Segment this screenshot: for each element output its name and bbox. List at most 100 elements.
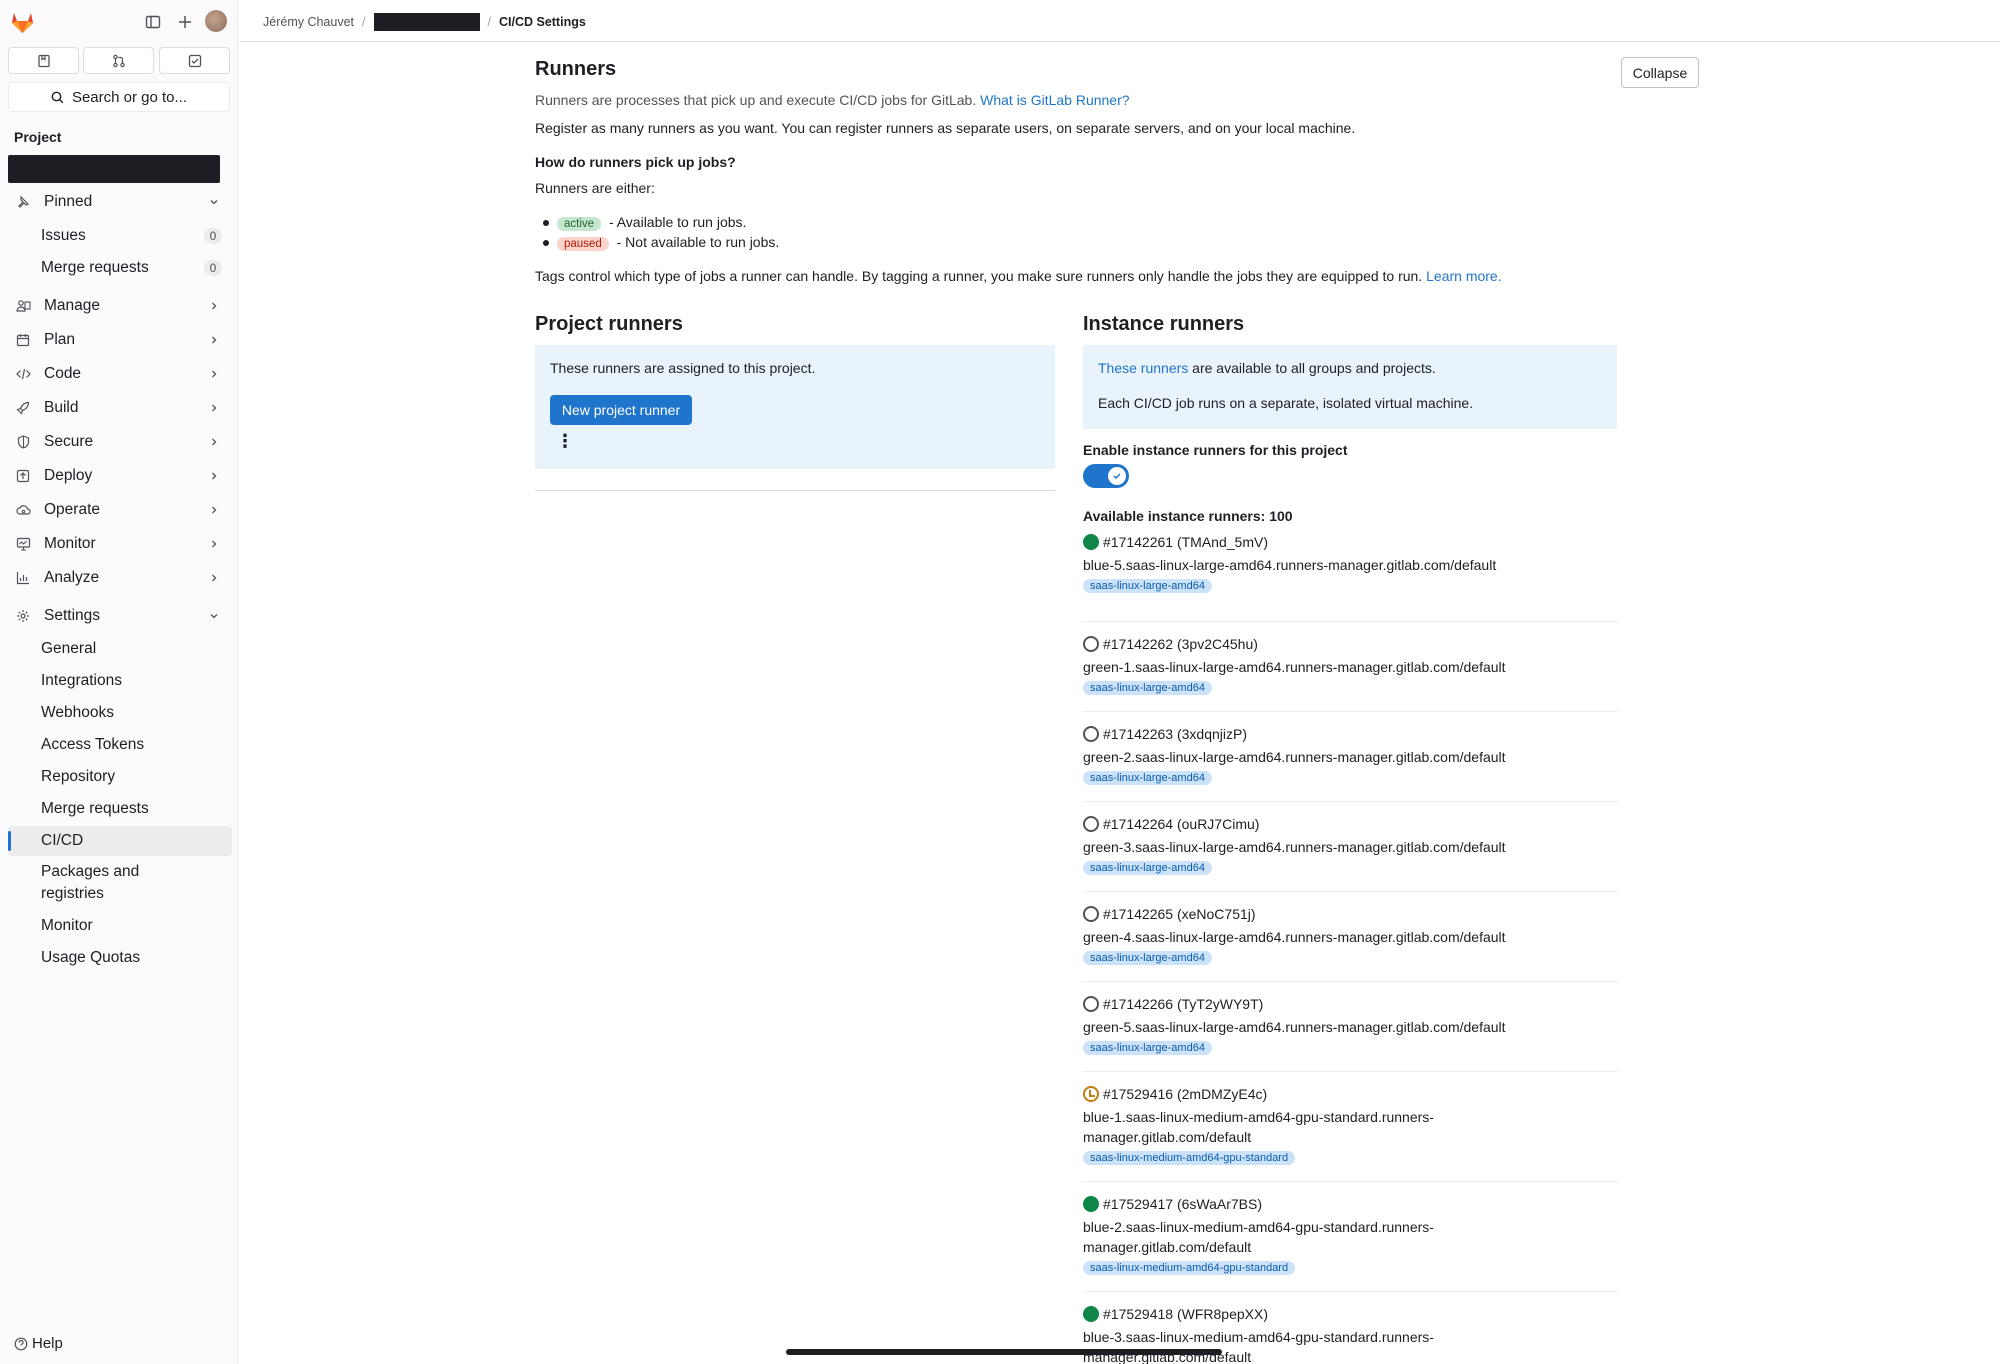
learn-more-link[interactable]: Learn more. (1426, 268, 1501, 284)
more-actions-icon[interactable]: ⋮ (555, 430, 575, 452)
search-icon (51, 91, 64, 103)
sidebar-item-deploy[interactable]: Deploy (8, 461, 232, 491)
runner-title[interactable]: #17142266 (TyT2yWY9T) (1103, 996, 1263, 1012)
check-icon (1108, 467, 1126, 485)
breadcrumb-project-redacted[interactable] (373, 13, 480, 31)
sidebar-item-merge-requests-pinned[interactable]: Merge requests 0 (8, 253, 232, 283)
sidebar-item-build[interactable]: Build (8, 393, 232, 423)
sidebar-item-usage-quotas[interactable]: Usage Quotas (8, 943, 232, 973)
search-button[interactable]: Search or go to... (8, 82, 230, 112)
either-text: Runners are either: (535, 180, 655, 196)
breadcrumb-current[interactable]: CI/CD Settings (499, 15, 586, 29)
sidebar-item-integrations[interactable]: Integrations (8, 666, 232, 696)
sidebar-item-secure[interactable]: Secure (8, 427, 232, 457)
sidebar-item-issues[interactable]: Issues 0 (8, 221, 232, 251)
sidebar-item-label: Integrations (41, 672, 122, 689)
sidebar-item-label: General (41, 640, 97, 657)
sidebar-section-title: Project (14, 129, 62, 145)
sidebar-item-label: Operate (44, 501, 101, 518)
sidebar-item-monitor[interactable]: Monitor (8, 529, 232, 559)
list-item: #17142264 (ouRJ7Cimu) green-3.saas-linux… (1083, 802, 1618, 892)
runner-tag: saas-linux-large-amd64 (1083, 861, 1212, 875)
list-item: #17142262 (3pv2C45hu) green-1.saas-linux… (1083, 622, 1618, 712)
runner-title[interactable]: #17142264 (ouRJ7Cimu) (1103, 816, 1259, 832)
sidebar-item-access-tokens[interactable]: Access Tokens (8, 730, 232, 760)
help-label: Help (32, 1335, 63, 1352)
offline-status-icon (1083, 816, 1099, 832)
enable-instance-runners-toggle[interactable] (1083, 464, 1129, 488)
sidebar-item-webhooks[interactable]: Webhooks (8, 698, 232, 728)
runner-title[interactable]: #17142262 (3pv2C45hu) (1103, 636, 1258, 652)
sidebar-item-settings[interactable]: Settings (8, 601, 232, 631)
offline-status-icon (1083, 636, 1099, 652)
sidebar-item-operate[interactable]: Operate (8, 495, 232, 525)
runner-title[interactable]: #17142263 (3xdqnjizP) (1103, 726, 1247, 742)
chevron-right-icon (208, 367, 220, 385)
sidebar-item-label: Secure (44, 433, 94, 450)
instance-runners-info-box: These runners are available to all group… (1083, 345, 1617, 429)
sidebar-item-label: Analyze (44, 569, 100, 586)
merge-requests-shortcut-button[interactable] (83, 47, 154, 74)
list-item: #17142265 (xeNoC751j) green-4.saas-linux… (1083, 892, 1618, 982)
sidebar-item-repository[interactable]: Repository (8, 762, 232, 792)
these-runners-link[interactable]: These runners (1098, 360, 1188, 376)
plus-icon[interactable] (175, 12, 195, 32)
chevron-right-icon (208, 503, 220, 521)
sidebar-item-manage[interactable]: Manage (8, 291, 232, 321)
runner-description: blue-3.saas-linux-medium-amd64-gpu-stand… (1083, 1329, 1434, 1364)
issues-icon (37, 54, 50, 67)
gitlab-logo-icon[interactable] (10, 10, 35, 34)
sidebar-item-merge-requests[interactable]: Merge requests (8, 794, 232, 824)
chevron-right-icon (208, 469, 220, 487)
chevron-right-icon (208, 401, 220, 419)
todos-shortcut-button[interactable] (159, 47, 230, 74)
runner-title[interactable]: #17529418 (WFR8pepXX) (1103, 1306, 1268, 1322)
sidebar-toggle-icon[interactable] (143, 12, 163, 32)
sidebar-item-pinned[interactable]: Pinned (8, 187, 232, 217)
shield-icon (14, 435, 32, 449)
breadcrumb-user[interactable]: Jérémy Chauvet (263, 15, 354, 29)
issues-shortcut-button[interactable] (8, 47, 79, 74)
what-is-runner-link[interactable]: What is GitLab Runner? (980, 92, 1129, 108)
sidebar-item-code[interactable]: Code (8, 359, 232, 389)
todo-check-icon (188, 54, 201, 67)
help-button[interactable]: Help (14, 1335, 63, 1352)
sidebar-item-analyze[interactable]: Analyze (8, 563, 232, 593)
runner-header: #17142264 (ouRJ7Cimu) (1083, 814, 1618, 834)
sidebar-item-monitor-settings[interactable]: Monitor (8, 911, 232, 941)
register-text: Register as many runners as you want. Yo… (535, 120, 1356, 136)
new-project-runner-button[interactable]: New project runner (550, 395, 692, 425)
sidebar-item-label: Pinned (44, 193, 93, 210)
horizontal-scrollbar[interactable] (786, 1349, 1222, 1355)
list-item: #17142261 (TMAnd_5mV) blue-5.saas-linux-… (1083, 532, 1618, 622)
sidebar-item-packages-registries[interactable]: Packages and registries (8, 859, 188, 907)
collapse-button[interactable]: Collapse (1621, 57, 1699, 88)
runner-title[interactable]: #17142261 (TMAnd_5mV) (1103, 534, 1268, 550)
runner-description: green-1.saas-linux-large-amd64.runners-m… (1083, 659, 1506, 675)
project-runners-info-box: These runners are assigned to this proje… (535, 345, 1055, 469)
runner-tag: saas-linux-medium-amd64-gpu-standard (1083, 1151, 1296, 1165)
runner-header: #17529417 (6sWaAr7BS) (1083, 1194, 1618, 1214)
list-item: #17142263 (3xdqnjizP) green-2.saas-linux… (1083, 712, 1618, 802)
runner-title[interactable]: #17529416 (2mDMZyE4c) (1103, 1086, 1267, 1102)
sidebar: Search or go to... Project Pinned Issues… (0, 0, 238, 1364)
divider (535, 490, 1055, 491)
project-name-redacted[interactable] (8, 155, 220, 183)
instance-runners-info: These runners are available to all group… (1098, 360, 1436, 376)
sidebar-item-label: Monitor (44, 535, 96, 552)
sidebar-item-cicd[interactable]: CI/CD (8, 826, 232, 856)
issues-count-badge: 0 (204, 228, 222, 244)
avatar[interactable] (205, 10, 227, 32)
sidebar-item-plan[interactable]: Plan (8, 325, 232, 355)
runner-title[interactable]: #17529417 (6sWaAr7BS) (1103, 1196, 1262, 1212)
sidebar-item-general[interactable]: General (8, 634, 232, 664)
online-status-icon (1083, 1306, 1099, 1322)
active-bullet: active - Available to run jobs. (542, 214, 746, 231)
sidebar-item-label: Packages and registries (41, 863, 140, 902)
list-item: #17529416 (2mDMZyE4c) blue-1.saas-linux-… (1083, 1072, 1618, 1182)
online-status-icon (1083, 534, 1099, 550)
sidebar-item-label: Code (44, 365, 82, 382)
runner-tag: saas-linux-medium-amd64-gpu-standard (1083, 1261, 1296, 1275)
runner-title[interactable]: #17142265 (xeNoC751j) (1103, 906, 1256, 922)
instance-info-rest: are available to all groups and projects… (1192, 360, 1436, 376)
